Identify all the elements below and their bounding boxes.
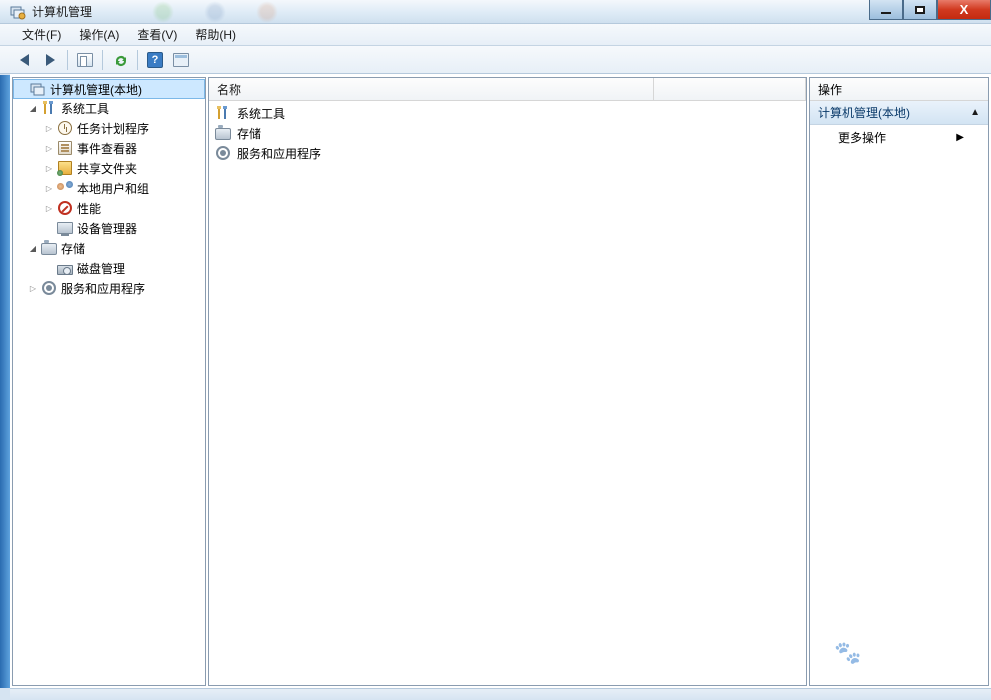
list-item[interactable]: 系统工具 [209, 103, 806, 123]
tools-icon [41, 100, 57, 116]
clock-icon [57, 120, 73, 136]
toolbar-separator [137, 50, 138, 70]
expand-icon[interactable] [41, 184, 57, 193]
actions-section[interactable]: 计算机管理(本地) ▲ [810, 101, 988, 125]
show-hide-pane-button[interactable] [169, 49, 193, 71]
main-area: 计算机管理(本地) 系统工具 任务计划程序 事件查看器 共享文件夹 [10, 74, 991, 688]
list-item-label: 存储 [237, 125, 261, 142]
tree-storage[interactable]: 存储 [13, 238, 205, 258]
services-icon [215, 145, 231, 161]
properties-icon [77, 53, 93, 67]
nav-tree: 计算机管理(本地) 系统工具 任务计划程序 事件查看器 共享文件夹 [13, 78, 205, 300]
tree-local-users[interactable]: 本地用户和组 [13, 178, 205, 198]
column-blank[interactable] [654, 78, 806, 100]
computer-mgmt-icon [30, 81, 46, 97]
toolbar-separator [67, 50, 68, 70]
title-bar: 计算机管理 X [0, 0, 991, 24]
menu-view[interactable]: 查看(V) [129, 23, 185, 46]
tree-label: 任务计划程序 [77, 120, 149, 137]
help-icon: ? [147, 52, 163, 68]
expand-icon[interactable] [41, 164, 57, 173]
tree-root[interactable]: 计算机管理(本地) [13, 79, 205, 99]
expand-icon[interactable] [41, 144, 57, 153]
tree-services-apps[interactable]: 服务和应用程序 [13, 278, 205, 298]
storage-icon [41, 240, 57, 256]
list-body: 系统工具 存储 服务和应用程序 [209, 101, 806, 685]
list-item-label: 服务和应用程序 [237, 145, 321, 162]
event-icon [57, 140, 73, 156]
expand-icon[interactable] [25, 104, 41, 113]
list-header: 名称 [209, 78, 806, 101]
tree-performance[interactable]: 性能 [13, 198, 205, 218]
actions-pane: 操作 计算机管理(本地) ▲ 更多操作 ▶ [809, 77, 989, 686]
users-icon [57, 180, 73, 196]
window-controls: X [869, 0, 991, 20]
app-icon [10, 4, 26, 20]
share-icon [57, 160, 73, 176]
chevron-up-icon: ▲ [970, 107, 980, 118]
toolbar-separator [102, 50, 103, 70]
services-icon [41, 280, 57, 296]
forward-button[interactable] [38, 49, 62, 71]
expand-icon[interactable] [25, 284, 41, 293]
chevron-right-icon: ▶ [956, 132, 964, 143]
close-button[interactable]: X [937, 0, 991, 20]
status-bar [10, 688, 991, 700]
tree-root-label: 计算机管理(本地) [50, 81, 142, 98]
tree-event-viewer[interactable]: 事件查看器 [13, 138, 205, 158]
disk-icon [57, 260, 73, 276]
back-button[interactable] [12, 49, 36, 71]
list-item[interactable]: 存储 [209, 123, 806, 143]
performance-icon [57, 200, 73, 216]
tree-device-manager[interactable]: 设备管理器 [13, 218, 205, 238]
faded-bg-icons [152, 1, 278, 23]
tools-icon [215, 105, 231, 121]
action-more[interactable]: 更多操作 ▶ [810, 125, 988, 149]
tree-pane: 计算机管理(本地) 系统工具 任务计划程序 事件查看器 共享文件夹 [12, 77, 206, 686]
pane-icon [173, 53, 189, 67]
help-button[interactable]: ? [143, 49, 167, 71]
tree-label: 服务和应用程序 [61, 280, 145, 297]
list-item[interactable]: 服务和应用程序 [209, 143, 806, 163]
tree-label: 事件查看器 [77, 140, 137, 157]
tree-label: 本地用户和组 [77, 180, 149, 197]
menu-help[interactable]: 帮助(H) [187, 23, 244, 46]
minimize-button[interactable] [869, 0, 903, 20]
tree-label: 存储 [61, 240, 85, 257]
refresh-icon [113, 53, 127, 67]
tree-system-tools[interactable]: 系统工具 [13, 98, 205, 118]
toolbar: ? [0, 46, 991, 74]
refresh-button[interactable] [108, 49, 132, 71]
column-name[interactable]: 名称 [209, 78, 654, 100]
arrow-left-icon [20, 54, 29, 66]
tree-disk-mgmt[interactable]: 磁盘管理 [13, 258, 205, 278]
tree-label: 共享文件夹 [77, 160, 137, 177]
arrow-right-icon [46, 54, 55, 66]
window-title: 计算机管理 [32, 3, 92, 20]
action-more-label: 更多操作 [838, 129, 886, 146]
expand-icon[interactable] [41, 124, 57, 133]
expand-icon[interactable] [25, 244, 41, 253]
storage-icon [215, 125, 231, 141]
menu-action[interactable]: 操作(A) [71, 23, 127, 46]
tree-label: 磁盘管理 [77, 260, 125, 277]
expand-icon[interactable] [41, 204, 57, 213]
tree-label: 性能 [77, 200, 101, 217]
list-pane: 名称 系统工具 存储 服务和应用程序 [208, 77, 807, 686]
properties-button[interactable] [73, 49, 97, 71]
device-icon [57, 220, 73, 236]
actions-section-label: 计算机管理(本地) [818, 104, 910, 121]
menu-bar: 文件(F) 操作(A) 查看(V) 帮助(H) [0, 24, 991, 46]
maximize-button[interactable] [903, 0, 937, 20]
tree-label: 系统工具 [61, 100, 109, 117]
menu-file[interactable]: 文件(F) [14, 23, 69, 46]
tree-task-scheduler[interactable]: 任务计划程序 [13, 118, 205, 138]
tree-shared-folders[interactable]: 共享文件夹 [13, 158, 205, 178]
actions-header: 操作 [810, 78, 988, 101]
list-item-label: 系统工具 [237, 105, 285, 122]
tree-label: 设备管理器 [77, 220, 137, 237]
